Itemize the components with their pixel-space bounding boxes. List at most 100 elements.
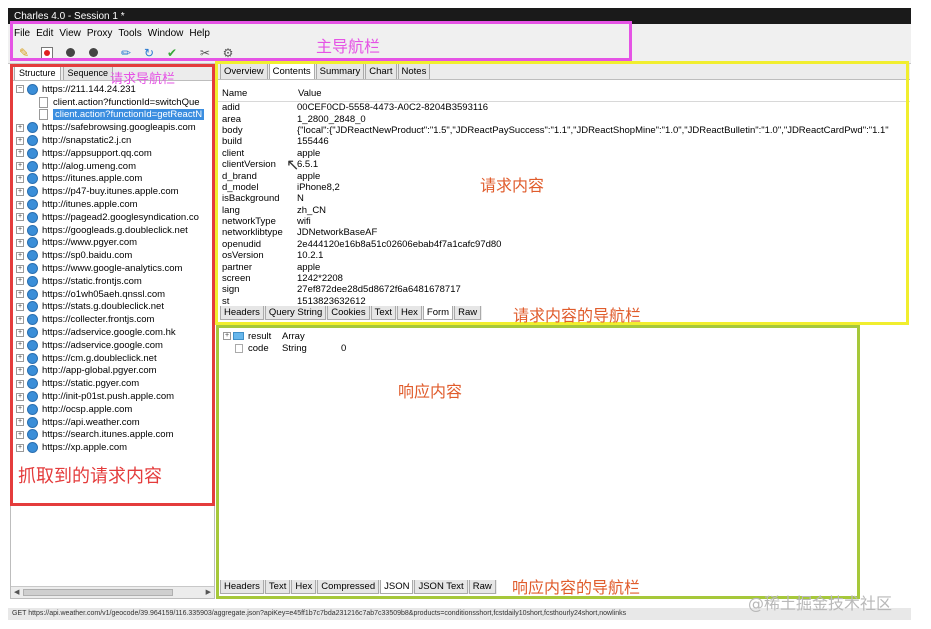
tree-host-item[interactable]: + https://pagead2.googlesyndication.co <box>11 211 214 224</box>
tree-host-item[interactable]: + https://static.frontjs.com <box>11 275 214 288</box>
expand-icon[interactable]: + <box>16 251 24 260</box>
request-tab-hex[interactable]: Hex <box>397 306 422 320</box>
table-row[interactable]: networklibtype JDNetworkBaseAF <box>218 227 910 238</box>
json-node-result[interactable]: + result Array <box>218 330 910 342</box>
tab-sequence[interactable]: Sequence <box>62 65 114 80</box>
response-tab-json[interactable]: JSON <box>380 580 414 594</box>
table-row[interactable]: screen 1242*2208 <box>218 273 910 284</box>
expand-icon[interactable]: + <box>223 332 231 340</box>
expand-icon[interactable]: + <box>16 187 24 196</box>
expand-icon[interactable]: + <box>16 315 24 324</box>
tree-host-item[interactable]: + https://api.weather.com <box>11 416 214 429</box>
expand-icon[interactable]: + <box>16 264 24 273</box>
tab-contents[interactable]: Contents <box>268 63 315 79</box>
tree-host-item[interactable]: + http://itunes.apple.com <box>11 198 214 211</box>
request-tab-raw[interactable]: Raw <box>454 306 482 320</box>
request-tab-cookies[interactable]: Cookies <box>327 306 370 320</box>
tree-request-item[interactable]: client.action?functionId=getReactN <box>11 109 214 122</box>
response-tab-text[interactable]: Text <box>264 580 291 594</box>
table-row[interactable]: networkType wifi <box>218 216 910 227</box>
menu-proxy[interactable]: Proxy <box>87 28 113 39</box>
expand-icon[interactable]: + <box>16 123 24 132</box>
expand-icon[interactable]: + <box>16 379 24 388</box>
menu-view[interactable]: View <box>59 28 81 39</box>
expand-icon[interactable]: + <box>16 405 24 414</box>
table-row[interactable]: lang zh_CN <box>218 205 910 216</box>
request-tab-headers[interactable]: Headers <box>220 306 264 320</box>
scrollbar-thumb[interactable] <box>23 589 173 596</box>
expand-icon[interactable]: + <box>16 200 24 209</box>
tools-icon[interactable]: ✂ <box>197 45 213 61</box>
menu-tools[interactable]: Tools <box>118 28 141 39</box>
scroll-right-icon[interactable]: ▶ <box>206 588 211 596</box>
json-node-code[interactable]: code String 0 <box>218 342 910 354</box>
expand-icon[interactable]: + <box>16 392 24 401</box>
response-tab-hex[interactable]: Hex <box>291 580 317 594</box>
record-icon[interactable] <box>39 45 55 61</box>
expand-icon[interactable]: + <box>16 226 24 235</box>
tree-host-item[interactable]: + https://p47-buy.itunes.apple.com <box>11 185 214 198</box>
refresh-icon[interactable]: ↻ <box>141 45 157 61</box>
expand-icon[interactable]: + <box>16 354 24 363</box>
table-row[interactable]: area 1_2800_2848_0 <box>218 113 910 125</box>
tree-host-item[interactable]: + https://cm.g.doubleclick.net <box>11 352 214 365</box>
table-row[interactable]: adid 00CEF0CD-5558-4473-A0C2-8204B3593116 <box>218 102 910 113</box>
menu-edit[interactable]: Edit <box>36 28 53 39</box>
expand-icon[interactable]: + <box>16 238 24 247</box>
tree-host-item[interactable]: + https://xp.apple.com <box>11 441 214 454</box>
tree-host-item[interactable]: + https://www.pgyer.com <box>11 237 214 250</box>
table-row[interactable]: isBackground N <box>218 193 910 204</box>
check-icon[interactable]: ✔ <box>164 45 180 61</box>
column-value-header[interactable]: Value <box>294 88 322 99</box>
tree-host-item[interactable]: + https://www.google-analytics.com <box>11 262 214 275</box>
tree-request-item[interactable]: client.action?functionId=switchQue <box>11 96 214 109</box>
response-tab-json-text[interactable]: JSON Text <box>414 580 468 594</box>
request-tab-query-string[interactable]: Query String <box>264 306 327 320</box>
tree-host-item[interactable]: + https://stats.g.doubleclick.net <box>11 301 214 314</box>
tree-host-item[interactable]: + http://ocsp.apple.com <box>11 403 214 416</box>
expand-icon[interactable]: + <box>16 302 24 311</box>
expand-icon[interactable]: + <box>16 149 24 158</box>
table-row[interactable]: openudid 2e444120e16b8a51c02606ebab4f7a1c… <box>218 239 910 250</box>
request-tab-form[interactable]: Form <box>422 306 454 320</box>
tree-host-item[interactable]: + https://safebrowsing.googleapis.com <box>11 121 214 134</box>
menu-file[interactable]: File <box>14 28 30 39</box>
table-row[interactable]: build 155446 <box>218 136 910 147</box>
expand-icon[interactable]: + <box>16 366 24 375</box>
tab-chart[interactable]: Chart <box>365 63 397 79</box>
table-row[interactable]: body {"local":{"JDReactNewProduct":"1.5",… <box>218 125 910 136</box>
expand-icon[interactable]: + <box>16 174 24 183</box>
tree-host-item[interactable]: + http://init-p01st.push.apple.com <box>11 390 214 403</box>
column-name-header[interactable]: Name <box>218 88 294 99</box>
tab-summary[interactable]: Summary <box>315 63 365 79</box>
expand-icon[interactable]: + <box>16 277 24 286</box>
request-tab-text[interactable]: Text <box>370 306 397 320</box>
breakpoint-icon[interactable] <box>85 45 101 61</box>
tab-structure[interactable]: Structure <box>14 65 61 80</box>
table-row[interactable]: clientVersion 6.5.1 <box>218 159 910 170</box>
tree-host-item[interactable]: + http://alog.umeng.com <box>11 160 214 173</box>
tree-host-item[interactable]: + https://o1wh05aeh.qnssl.com <box>11 288 214 301</box>
response-tab-headers[interactable]: Headers <box>220 580 264 594</box>
expand-icon[interactable]: + <box>16 162 24 171</box>
collapse-icon[interactable]: − <box>16 85 24 94</box>
table-row[interactable]: client apple <box>218 148 910 159</box>
menu-help[interactable]: Help <box>189 28 210 39</box>
tab-notes[interactable]: Notes <box>397 63 431 79</box>
pen-icon[interactable]: ✏ <box>118 45 134 61</box>
response-tab-raw[interactable]: Raw <box>468 580 496 594</box>
tree-host-item[interactable]: + https://itunes.apple.com <box>11 173 214 186</box>
expand-icon[interactable]: + <box>16 443 24 452</box>
tree-host-item[interactable]: + https://sp0.baidu.com <box>11 249 214 262</box>
expand-icon[interactable]: + <box>16 290 24 299</box>
horizontal-scrollbar[interactable]: ◀ ▶ <box>11 586 214 598</box>
expand-icon[interactable]: + <box>16 341 24 350</box>
table-row[interactable]: d_brand apple <box>218 170 910 182</box>
broom-icon[interactable]: ✎ <box>16 45 32 61</box>
tree-host-item[interactable]: + https://googleads.g.doubleclick.net <box>11 224 214 237</box>
tree-host-item[interactable]: + https://search.itunes.apple.com <box>11 429 214 442</box>
expand-icon[interactable]: + <box>16 136 24 145</box>
table-row[interactable]: sign 27ef872dee28d5d8672f6a6481678717 <box>218 284 910 295</box>
tree-host-item[interactable]: + https://adservice.google.com.hk <box>11 326 214 339</box>
menu-window[interactable]: Window <box>148 28 184 39</box>
